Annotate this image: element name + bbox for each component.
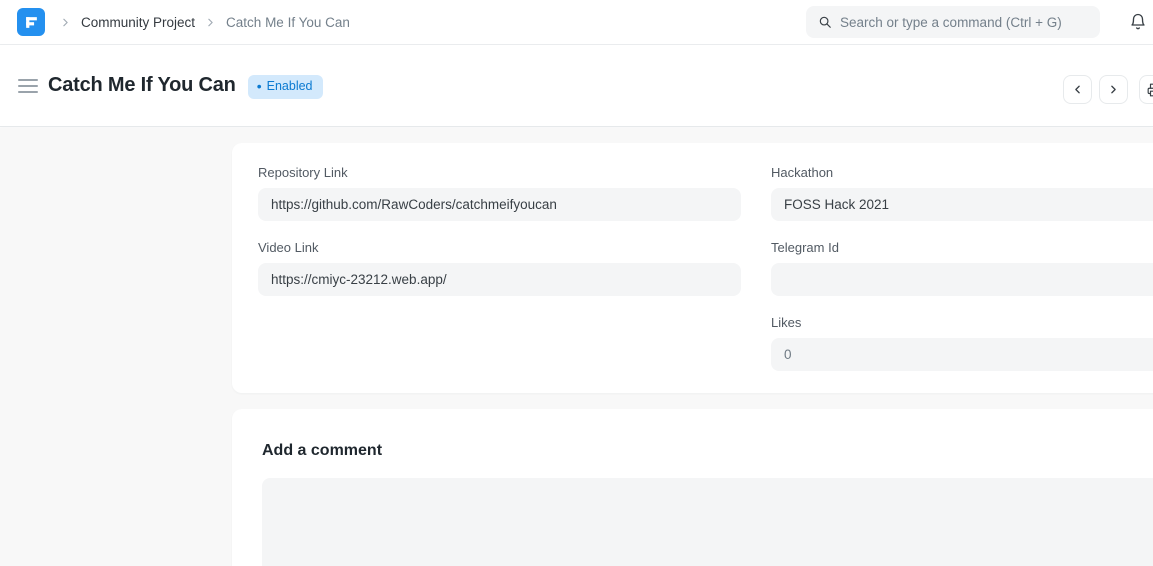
- telegram-id-input[interactable]: [771, 263, 1153, 296]
- breadcrumb-item-record[interactable]: Catch Me If You Can: [226, 15, 350, 30]
- add-comment-heading: Add a comment: [262, 442, 1153, 460]
- form-body: Repository Link Video Link Hackathon Tel…: [0, 128, 1153, 566]
- bell-icon: [1129, 13, 1147, 31]
- form-column-right: Hackathon Telegram Id Likes: [771, 165, 1153, 393]
- field-likes: Likes: [771, 315, 1153, 371]
- field-repository-link: Repository Link: [258, 165, 741, 221]
- hamburger-icon: [18, 85, 38, 87]
- chevron-right-icon: [204, 16, 217, 29]
- search-icon: [818, 15, 832, 29]
- hackathon-input[interactable]: [771, 188, 1153, 221]
- next-record-button[interactable]: [1099, 75, 1128, 104]
- field-telegram-id: Telegram Id: [771, 240, 1153, 296]
- field-label: Video Link: [258, 240, 741, 255]
- field-label: Telegram Id: [771, 240, 1153, 255]
- breadcrumb-item-community-project[interactable]: Community Project: [81, 15, 195, 30]
- top-navbar: Community Project Catch Me If You Can: [0, 0, 1153, 45]
- chevron-left-icon: [1071, 83, 1084, 96]
- hamburger-icon: [18, 79, 38, 81]
- previous-record-button[interactable]: [1063, 75, 1092, 104]
- sidebar-toggle-button[interactable]: [18, 74, 42, 98]
- frappe-f-glyph: [24, 15, 39, 30]
- details-section-card: Repository Link Video Link Hackathon Tel…: [232, 143, 1153, 393]
- field-label: Repository Link: [258, 165, 741, 180]
- field-video-link: Video Link: [258, 240, 741, 296]
- printer-icon: [1147, 83, 1153, 97]
- page-title: Catch Me If You Can: [48, 74, 236, 97]
- field-label: Likes: [771, 315, 1153, 330]
- chevron-right-icon: [59, 16, 72, 29]
- global-search[interactable]: [806, 6, 1100, 38]
- repository-link-input[interactable]: [258, 188, 741, 221]
- breadcrumb: Community Project Catch Me If You Can: [59, 15, 350, 30]
- comments-section-card: Add a comment: [232, 409, 1153, 566]
- field-hackathon: Hackathon: [771, 165, 1153, 221]
- comment-input[interactable]: [262, 478, 1153, 566]
- search-input[interactable]: [840, 15, 1088, 30]
- form-column-left: Repository Link Video Link: [258, 165, 741, 393]
- video-link-input[interactable]: [258, 263, 741, 296]
- print-button[interactable]: [1139, 75, 1153, 104]
- notifications-button[interactable]: [1125, 6, 1151, 38]
- status-badge: • Enabled: [248, 75, 323, 99]
- page-header: Catch Me If You Can • Enabled: [0, 45, 1153, 127]
- field-label: Hackathon: [771, 165, 1153, 180]
- likes-input[interactable]: [771, 338, 1153, 371]
- frappe-logo-icon[interactable]: [17, 8, 45, 36]
- status-badge-label: Enabled: [267, 80, 313, 93]
- hamburger-icon: [18, 91, 38, 93]
- chevron-right-icon: [1107, 83, 1120, 96]
